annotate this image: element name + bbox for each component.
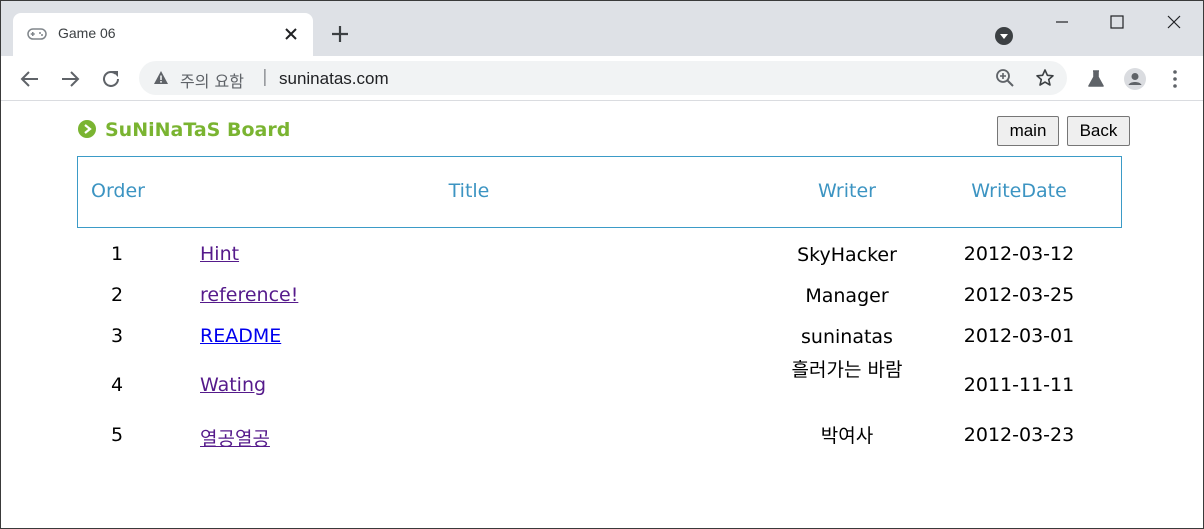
post-link[interactable]: Hint [200, 243, 239, 265]
bookmark-star-icon[interactable] [1035, 68, 1055, 88]
main-button[interactable]: main [997, 116, 1059, 146]
browser-window: Game 06 주의 요함 | suninatas.com SuNiNaTaS … [0, 0, 1204, 529]
browser-tab[interactable]: Game 06 [13, 13, 313, 56]
row-writedate: 2011-11-11 [963, 374, 1075, 396]
browser-toolbar: 주의 요함 | suninatas.com [1, 56, 1203, 101]
header-divider [77, 227, 1122, 228]
gamepad-icon [27, 28, 47, 40]
row-writer: 박여사 [820, 425, 874, 447]
close-tab-icon[interactable] [281, 24, 301, 44]
row-writer: Manager [805, 285, 889, 307]
profile-avatar-icon[interactable] [1123, 67, 1147, 91]
column-header-writedate: WriteDate [971, 180, 1067, 202]
row-order: 5 [110, 424, 124, 446]
row-title: Hint [200, 243, 239, 265]
column-header-title: Title [448, 180, 490, 202]
security-label[interactable]: 주의 요함 [180, 68, 244, 92]
post-link[interactable]: 열공열공 [200, 428, 270, 450]
labs-flask-icon[interactable] [1084, 67, 1108, 91]
reload-icon[interactable] [99, 67, 123, 91]
maximize-icon[interactable] [1100, 9, 1134, 35]
tab-search-icon[interactable] [993, 25, 1015, 47]
warning-icon[interactable] [153, 70, 169, 86]
arrow-bullet-icon [78, 120, 96, 138]
menu-dots-icon[interactable] [1163, 67, 1187, 91]
forward-arrow-icon[interactable] [58, 67, 82, 91]
back-arrow-icon[interactable] [18, 67, 42, 91]
column-header-order: Order [91, 180, 145, 202]
url-separator: | [262, 67, 268, 87]
row-writedate: 2012-03-23 [963, 424, 1075, 446]
row-title: 열공열공 [200, 424, 270, 451]
close-window-icon[interactable] [1157, 9, 1191, 35]
row-order: 1 [110, 243, 124, 265]
minimize-icon[interactable] [1045, 9, 1079, 35]
row-writer: SkyHacker [797, 244, 897, 266]
post-link[interactable]: README [200, 325, 281, 347]
zoom-icon[interactable] [995, 68, 1015, 88]
page-content: SuNiNaTaS Board main Back Order Title Wr… [1, 102, 1203, 528]
row-writer: 흘러가는 바람 [791, 359, 903, 381]
column-header-writer: Writer [818, 180, 876, 202]
back-button[interactable]: Back [1067, 116, 1130, 146]
row-writedate: 2012-03-01 [963, 325, 1075, 347]
tab-strip: Game 06 [1, 1, 1203, 56]
row-order: 2 [110, 284, 124, 306]
post-link[interactable]: reference! [200, 284, 298, 306]
row-order: 4 [110, 374, 124, 396]
row-order: 3 [110, 325, 124, 347]
row-writer: suninatas [801, 326, 893, 348]
post-link[interactable]: Wating [200, 374, 266, 396]
row-writedate: 2012-03-25 [963, 284, 1075, 306]
address-bar[interactable]: 주의 요함 | suninatas.com [139, 61, 1067, 95]
board-title: SuNiNaTaS Board [105, 119, 291, 141]
row-writedate: 2012-03-12 [963, 243, 1075, 265]
new-tab-icon[interactable] [329, 23, 351, 45]
row-title: README [200, 325, 281, 347]
row-title: Wating [200, 374, 266, 396]
tab-title: Game 06 [58, 25, 116, 41]
row-title: reference! [200, 284, 298, 306]
url-text[interactable]: suninatas.com [279, 69, 389, 89]
